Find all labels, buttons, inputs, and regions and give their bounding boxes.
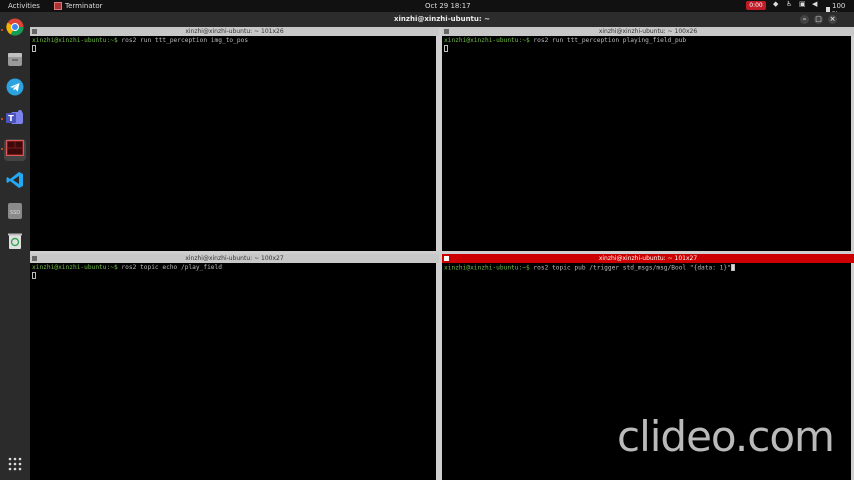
files-icon: [6, 50, 24, 72]
pane-menu-icon[interactable]: [32, 29, 37, 34]
watermark-text: clideo.com: [617, 412, 835, 461]
close-button[interactable]: ×: [828, 15, 837, 24]
pane-menu-icon[interactable]: [32, 256, 37, 261]
app-menu[interactable]: Terminator: [54, 2, 103, 10]
maximize-button[interactable]: □: [814, 15, 823, 24]
shell-prompt: xinzhi@xinzhi-ubuntu:~$: [444, 37, 534, 44]
pane-title: xinzhi@xinzhi-ubuntu: ~ 101x27: [598, 255, 698, 262]
show-applications-button[interactable]: [4, 454, 26, 476]
running-indicator: [1, 29, 3, 31]
text-cursor: [730, 264, 735, 271]
chrome-launcher[interactable]: [4, 18, 26, 40]
pane-title: xinzhi@xinzhi-ubuntu: ~ 100x27: [185, 255, 284, 262]
accessibility-icon[interactable]: ♿: [786, 1, 793, 8]
running-indicator: [1, 148, 3, 150]
system-tray[interactable]: ◆ ♿ ▣ ◀: [773, 1, 819, 8]
screen-recording-indicator[interactable]: 0:00: [746, 1, 766, 10]
pane-title: xinzhi@xinzhi-ubuntu: ~ 101x26: [185, 28, 284, 35]
minimize-button[interactable]: –: [800, 15, 809, 24]
pane-menu-icon[interactable]: [444, 29, 449, 34]
terminal-output[interactable]: xinzhi@xinzhi-ubuntu:~$ ros2 topic pub /…: [442, 263, 854, 274]
teams-icon: T: [5, 109, 25, 131]
shell-command: ros2 run ttt_perception playing_field_pu…: [533, 37, 687, 44]
terminal-output[interactable]: xinzhi@xinzhi-ubuntu:~$ ros2 run ttt_per…: [30, 36, 439, 55]
terminal-pane-top-right[interactable]: xinzhi@xinzhi-ubuntu: ~ 100x26 xinzhi@xi…: [442, 27, 854, 251]
scrollbar[interactable]: [436, 263, 439, 480]
terminal-output[interactable]: xinzhi@xinzhi-ubuntu:~$ ros2 run ttt_per…: [442, 36, 854, 55]
clock[interactable]: Oct 29 18:17: [425, 2, 471, 10]
chrome-icon: [6, 18, 24, 40]
top-bar: Activities Terminator Oct 29 18:17 0:00 …: [0, 0, 854, 18]
dock: T SSD: [0, 12, 30, 480]
telegram-icon: [6, 78, 24, 100]
show-applications-icon: [8, 456, 22, 475]
pane-title: xinzhi@xinzhi-ubuntu: ~ 100x26: [598, 28, 698, 35]
volume-icon[interactable]: ◀: [812, 1, 819, 8]
terminal-pane-bottom-left[interactable]: xinzhi@xinzhi-ubuntu: ~ 100x27 xinzhi@xi…: [30, 254, 439, 480]
network-icon[interactable]: ▣: [799, 1, 806, 8]
text-cursor: [444, 45, 448, 52]
files-launcher[interactable]: [4, 50, 26, 72]
dropbox-icon[interactable]: ◆: [773, 1, 780, 8]
pane-titlebar[interactable]: xinzhi@xinzhi-ubuntu: ~ 101x26: [30, 27, 439, 36]
terminal-output[interactable]: xinzhi@xinzhi-ubuntu:~$ ros2 topic echo …: [30, 263, 439, 282]
terminal-pane-top-left[interactable]: xinzhi@xinzhi-ubuntu: ~ 101x26 xinzhi@xi…: [30, 27, 439, 251]
trash-icon: [7, 232, 23, 254]
terminator-icon: [6, 140, 24, 160]
vscode-launcher[interactable]: [4, 171, 26, 193]
terminator-launcher[interactable]: [4, 139, 26, 161]
disk-launcher[interactable]: SSD: [4, 202, 26, 224]
terminator-app-icon: [54, 2, 62, 10]
terminator-window: xinzhi@xinzhi-ubuntu: ~ – □ × xinzhi@xin…: [30, 12, 854, 480]
pane-titlebar[interactable]: xinzhi@xinzhi-ubuntu: ~ 100x27: [30, 254, 439, 263]
shell-prompt: xinzhi@xinzhi-ubuntu:~$: [444, 264, 534, 272]
trash-launcher[interactable]: [4, 232, 26, 254]
shell-command: ros2 run ttt_perception img_to_pos: [121, 37, 249, 44]
teams-launcher[interactable]: T: [4, 109, 26, 131]
shell-prompt: xinzhi@xinzhi-ubuntu:~$: [32, 264, 122, 271]
pane-titlebar-active[interactable]: xinzhi@xinzhi-ubuntu: ~ 101x27: [442, 254, 854, 263]
telegram-launcher[interactable]: [4, 78, 26, 100]
activities-button[interactable]: Activities: [8, 2, 40, 10]
svg-text:SSD: SSD: [10, 210, 20, 216]
shell-prompt: xinzhi@xinzhi-ubuntu:~$: [32, 37, 122, 44]
shell-command: ros2 topic pub /trigger std_msgs/msg/Boo…: [533, 264, 731, 272]
window-titlebar[interactable]: xinzhi@xinzhi-ubuntu: ~ – □ ×: [30, 12, 854, 27]
app-menu-label: Terminator: [65, 2, 103, 10]
text-cursor: [32, 272, 36, 279]
svg-text:T: T: [8, 114, 14, 123]
shell-command: ros2 topic echo /play_field: [121, 264, 222, 271]
vscode-icon: [6, 171, 24, 193]
pane-titlebar[interactable]: xinzhi@xinzhi-ubuntu: ~ 100x26: [442, 27, 854, 36]
running-indicator: [1, 118, 3, 120]
pane-menu-icon[interactable]: [444, 256, 449, 261]
disk-icon: SSD: [7, 202, 23, 224]
window-title: xinzhi@xinzhi-ubuntu: ~: [393, 15, 490, 23]
text-cursor: [32, 45, 36, 52]
